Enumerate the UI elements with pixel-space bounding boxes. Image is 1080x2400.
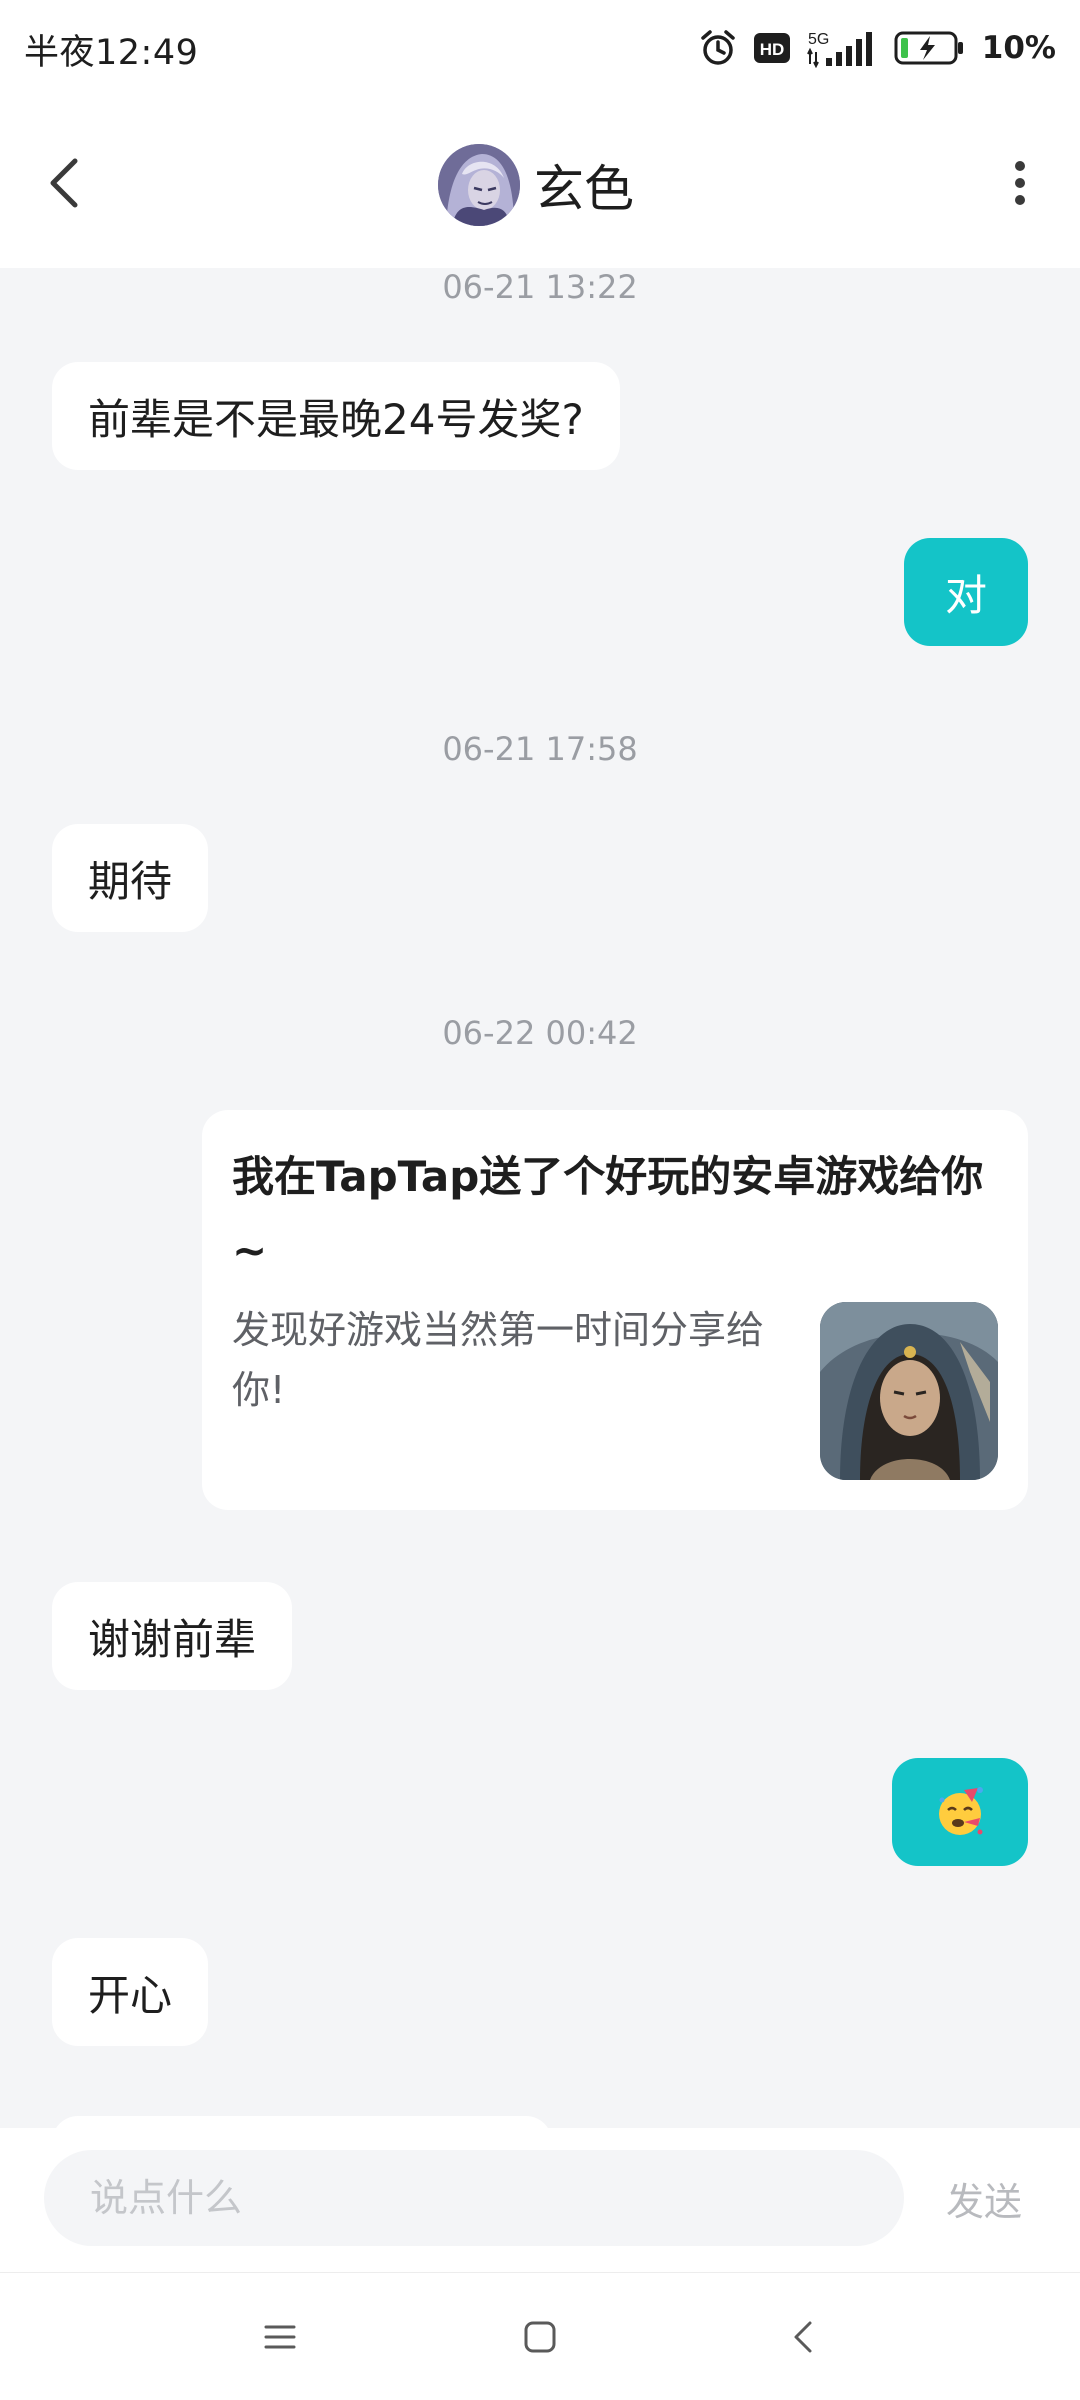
home-square-icon [524,2321,556,2353]
message-timestamp: 06-21 13:22 [442,268,638,306]
incoming-message-bubble[interactable]: 开心 [52,1938,209,2046]
battery-charging-icon [894,30,966,66]
nav-menu-button[interactable] [250,2307,310,2367]
page-title: 玄色 [534,160,634,218]
chevron-left-icon [50,158,78,208]
system-nav-bar [0,2272,1080,2400]
message-list[interactable]: 06-21 13:22 前辈是不是最晚24号发奖? 对 06-21 17:58 … [0,268,1080,2128]
nav-home-button[interactable] [510,2307,570,2367]
alarm-icon [698,28,738,68]
chat-title[interactable]: 玄色 [438,144,634,226]
game-thumbnail [820,1302,998,1480]
message-timestamp: 06-21 17:58 [442,730,638,768]
incoming-message-bubble[interactable]: 前辈是不是最晚24号发奖? [52,362,620,470]
send-button[interactable]: 发送 [946,2150,1022,2246]
more-options-button[interactable] [990,148,1050,218]
message-input-bar: 发送 [0,2128,1080,2272]
avatar[interactable] [438,144,520,226]
outgoing-message-bubble[interactable]: 对 [904,538,1028,646]
status-bar: 半夜12:49 HD 5G 10% [0,0,1080,96]
incoming-message-bubble-partial[interactable] [52,2116,552,2128]
network-type-text: 5G [808,31,829,48]
share-card-title: 我在TapTap送了个好玩的安卓游戏给你~ [232,1152,984,1275]
hd-icon: HD [753,33,790,63]
game-share-card[interactable]: 我在TapTap送了个好玩的安卓游戏给你~ 发现好游戏当然第一时间分享给你! [202,1110,1028,1510]
battery-percentage: 10% [981,30,1056,66]
incoming-message-bubble[interactable]: 期待 [52,824,209,932]
more-vertical-icon [1015,161,1025,205]
status-time: 半夜12:49 [24,33,199,73]
partying-face-icon [939,1787,983,1835]
nav-back-button[interactable] [774,2307,834,2367]
status-icons: HD 5G 10% [698,24,1056,72]
hd-badge-text: HD [760,40,785,59]
menu-icon [264,2325,296,2349]
incoming-message-bubble[interactable]: 谢谢前辈 [52,1582,293,1690]
message-timestamp: 06-22 00:42 [442,1014,638,1052]
chat-header: 玄色 [0,96,1080,268]
back-button[interactable] [30,148,100,218]
outgoing-emoji-bubble[interactable] [892,1758,1028,1866]
message-input[interactable] [44,2150,904,2246]
back-icon [794,2321,812,2353]
share-card-description: 发现好游戏当然第一时间分享给你! [232,1308,765,1412]
5g-signal-icon: 5G [806,28,878,68]
